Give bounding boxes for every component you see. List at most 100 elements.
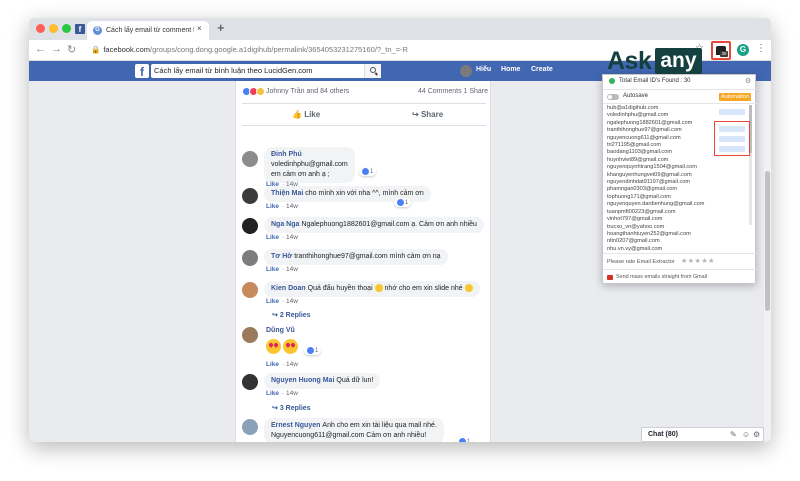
email-item[interactable]: vinhot797@gmail.com bbox=[607, 216, 717, 223]
gear-icon[interactable]: ⚙ bbox=[753, 430, 760, 439]
comment-like-link[interactable]: Like bbox=[266, 390, 279, 397]
like-button[interactable]: 👍 Like bbox=[292, 110, 320, 119]
email-item[interactable]: tuanpmft00223@gmail.com bbox=[607, 209, 717, 216]
comment-time[interactable]: 14w bbox=[286, 203, 298, 210]
autosave-toggle[interactable] bbox=[607, 94, 619, 100]
avatar[interactable] bbox=[242, 374, 258, 390]
minimize-window-button[interactable] bbox=[49, 24, 58, 33]
email-item[interactable]: voledinhphu@gmail.com bbox=[607, 112, 717, 119]
email-item[interactable]: tri271195@gmail.com bbox=[607, 142, 717, 149]
tab-close-icon[interactable]: × bbox=[197, 24, 202, 33]
comment-like-link[interactable]: Like bbox=[266, 234, 279, 241]
rating-stars[interactable]: ★★★★★ bbox=[681, 257, 715, 265]
maximize-window-button[interactable] bbox=[62, 24, 71, 33]
facebook-logo-icon[interactable]: f bbox=[135, 64, 149, 79]
avatar[interactable] bbox=[242, 250, 258, 266]
comment-time[interactable]: 14w bbox=[286, 298, 298, 305]
nav-home[interactable]: Home bbox=[501, 66, 520, 73]
comment-text-tail: nhớ cho em xin slide nhé bbox=[384, 285, 463, 292]
comment-like-count[interactable]: 1 bbox=[456, 437, 474, 442]
email-item[interactable]: hub@a1digihub.com bbox=[607, 105, 717, 112]
avatar[interactable] bbox=[242, 218, 258, 234]
email-item[interactable]: ngalephuong1882601@gmail.com bbox=[607, 120, 717, 127]
reload-icon[interactable]: ↻ bbox=[67, 43, 76, 56]
browser-window: f G Cách lấy email từ comment face × + ←… bbox=[29, 18, 771, 442]
comment-like-link[interactable]: Like bbox=[266, 298, 279, 305]
user-avatar[interactable] bbox=[460, 65, 472, 77]
comment-like-count[interactable]: 1 bbox=[394, 198, 412, 208]
forward-icon[interactable]: → bbox=[51, 43, 62, 55]
comment-author[interactable]: Thiện Mai bbox=[271, 190, 303, 197]
grammarly-extension-icon[interactable]: G bbox=[737, 44, 749, 56]
reaction-summary[interactable]: Johnny Trần and 84 others bbox=[242, 87, 349, 96]
close-window-button[interactable] bbox=[36, 24, 45, 33]
comment-author[interactable]: Dũng Vũ bbox=[266, 327, 295, 334]
comment-author[interactable]: Nguyen Huong Mai bbox=[271, 377, 334, 384]
copy-button[interactable] bbox=[719, 109, 745, 115]
email-item[interactable]: tophuong171@gmail.com bbox=[607, 194, 717, 201]
email-item[interactable]: hoangthanhtuyen252@gmail.com bbox=[607, 231, 717, 238]
email-item[interactable]: nguyendinhdat91197@gmail.com bbox=[607, 179, 717, 186]
like-count: 1 bbox=[370, 169, 374, 176]
comment-time[interactable]: 14w bbox=[286, 266, 298, 273]
email-item[interactable]: tranthihonghue97@gmail.com bbox=[607, 127, 717, 134]
compose-icon[interactable]: ✎ bbox=[730, 430, 737, 439]
comment-like-link[interactable]: Like bbox=[266, 266, 279, 273]
automation-button[interactable]: Automation bbox=[719, 93, 751, 101]
email-item[interactable]: huynhviet89@gmail.com bbox=[607, 157, 717, 164]
gmail-promo-link[interactable]: Send mass emails straight from Gmail bbox=[607, 274, 707, 280]
avatar[interactable] bbox=[242, 188, 258, 204]
view-replies-link[interactable]: ↪ 3 Replies bbox=[272, 404, 311, 412]
email-item[interactable]: nltn0207@gmail.com bbox=[607, 238, 717, 245]
comment-author[interactable]: Đinh Phú bbox=[271, 151, 302, 158]
comment-author[interactable]: Nga Nga bbox=[271, 221, 299, 228]
scrollbar-thumb[interactable] bbox=[765, 171, 770, 311]
avatar[interactable] bbox=[242, 327, 258, 343]
email-item[interactable]: nhu.vn.vy@gmail.com bbox=[607, 246, 717, 253]
address-bar[interactable]: 🔒 facebook.com/groups/cong.dong.google.a1… bbox=[91, 45, 408, 54]
email-item[interactable]: trucxo_vn@yahoo.com bbox=[607, 224, 717, 231]
active-tab[interactable]: G Cách lấy email từ comment face × bbox=[87, 21, 209, 40]
comment-time[interactable]: 14w bbox=[286, 234, 298, 241]
view-replies-link[interactable]: ↪ 2 Replies bbox=[272, 311, 311, 319]
new-tab-button[interactable]: + bbox=[217, 20, 225, 35]
comment-time[interactable]: 14w bbox=[286, 361, 298, 368]
comment-author[interactable]: Ernest Nguyen bbox=[271, 422, 320, 429]
share-button[interactable]: ↪ Share bbox=[412, 110, 443, 119]
avatar[interactable] bbox=[242, 282, 258, 298]
comment-bubble: Kien Doan Quá đẩu huyền thoại nhớ cho em … bbox=[264, 281, 480, 297]
group-icon[interactable]: ☺ bbox=[742, 430, 750, 439]
comment-like-count[interactable]: 1 bbox=[359, 167, 377, 177]
meta-sep: · bbox=[282, 298, 285, 305]
comment-like-link[interactable]: Like bbox=[266, 203, 279, 210]
avatar[interactable] bbox=[242, 419, 258, 435]
email-item[interactable]: phamngan0303@gmail.com bbox=[607, 186, 717, 193]
comment-like-link[interactable]: Like bbox=[266, 361, 279, 368]
email-item[interactable]: nguyenquynhtrang1504@gmail.com bbox=[607, 164, 717, 171]
email-list[interactable]: hub@a1digihub.com voledinhphu@gmail.com ng… bbox=[607, 105, 717, 253]
autosave-label: Autosave bbox=[623, 93, 649, 99]
meta-sep: · bbox=[282, 390, 285, 397]
comment-meta: Like · 14w bbox=[266, 234, 298, 241]
comment-author[interactable]: Tơ Hờ bbox=[271, 253, 292, 260]
avatar[interactable] bbox=[242, 151, 258, 167]
email-item[interactable]: nguyencuong611@gmail.com bbox=[607, 135, 717, 142]
email-item[interactable]: baodang1103@gmail.com bbox=[607, 149, 717, 156]
comment-share-counts[interactable]: 44 Comments 1 Share bbox=[418, 88, 488, 95]
back-icon[interactable]: ← bbox=[35, 43, 46, 55]
facebook-search-input[interactable]: Cách lấy email từ bình luận theo LucidGe… bbox=[151, 64, 381, 78]
nav-create[interactable]: Create bbox=[531, 66, 553, 73]
comment-author[interactable]: Kien Doan bbox=[271, 285, 306, 292]
facebook-tab-icon[interactable]: f bbox=[75, 24, 85, 34]
page-scrollbar[interactable] bbox=[764, 81, 771, 442]
comment-like-count[interactable]: 1 bbox=[304, 346, 322, 356]
chat-bar[interactable]: Chat (80) ✎ ☺ ⚙ bbox=[641, 427, 764, 442]
browser-menu-icon[interactable]: ⋮ bbox=[756, 43, 766, 54]
comment-time[interactable]: 14w bbox=[286, 390, 298, 397]
nav-profile[interactable]: Hiếu bbox=[476, 66, 491, 73]
email-item[interactable]: khanguyenhungvet09@gmail.com bbox=[607, 172, 717, 179]
email-extractor-extension-button[interactable]: 30 bbox=[711, 41, 731, 60]
email-item[interactable]: nguyenquyen.dardienhung@gmail.com bbox=[607, 201, 717, 208]
settings-gear-icon[interactable]: ⚙ bbox=[745, 77, 751, 85]
search-button[interactable] bbox=[364, 64, 381, 78]
